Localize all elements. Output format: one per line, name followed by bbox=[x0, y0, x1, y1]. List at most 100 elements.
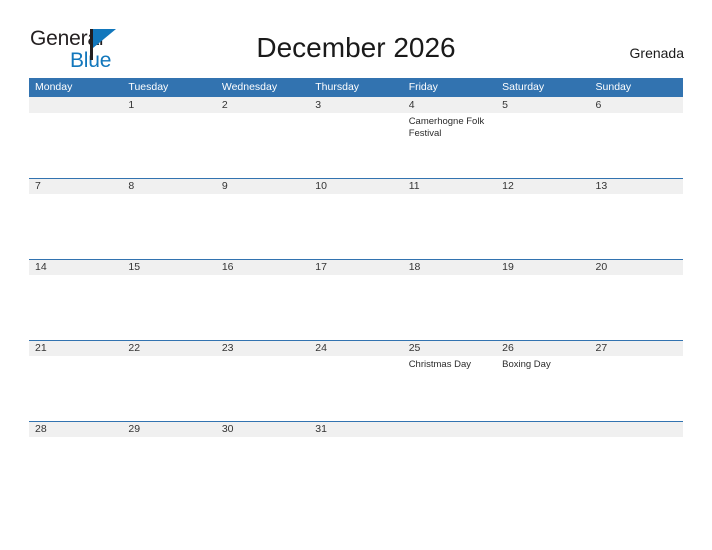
event-label: Christmas Day bbox=[408, 359, 471, 370]
day-events-cell[interactable] bbox=[590, 113, 683, 178]
day-events-cell[interactable] bbox=[122, 356, 215, 421]
day-events-cell[interactable] bbox=[29, 356, 122, 421]
event-label: Camerhogne Folk Festival bbox=[408, 116, 485, 139]
page-title: December 2026 bbox=[256, 32, 456, 63]
weekday-thursday: Thursday bbox=[315, 81, 360, 93]
day-number[interactable]: 21 bbox=[29, 341, 122, 356]
calendar-grid: Monday Tuesday Wednesday Thursday Friday… bbox=[29, 78, 683, 502]
weekday-monday: Monday bbox=[35, 81, 73, 93]
day-number[interactable] bbox=[29, 98, 122, 113]
day-number[interactable]: 3 bbox=[309, 98, 402, 113]
day-events-cell[interactable] bbox=[496, 194, 589, 259]
day-events-cell[interactable] bbox=[590, 275, 683, 340]
day-number[interactable]: 20 bbox=[590, 260, 683, 275]
day-number[interactable] bbox=[496, 422, 589, 437]
day-number[interactable]: 22 bbox=[122, 341, 215, 356]
day-events-cell[interactable]: Boxing Day bbox=[496, 356, 589, 421]
daynumber-band: 14 15 16 17 18 19 20 bbox=[29, 259, 683, 275]
day-events-cell[interactable] bbox=[590, 437, 683, 502]
day-events-cell[interactable] bbox=[29, 437, 122, 502]
day-number[interactable]: 12 bbox=[496, 179, 589, 194]
day-number[interactable]: 7 bbox=[29, 179, 122, 194]
day-events-cell[interactable] bbox=[216, 113, 309, 178]
events-band bbox=[29, 194, 683, 259]
day-number[interactable]: 17 bbox=[309, 260, 402, 275]
day-events-cell[interactable] bbox=[309, 113, 402, 178]
day-events-cell[interactable] bbox=[29, 275, 122, 340]
day-events-cell[interactable]: Camerhogne Folk Festival bbox=[403, 113, 496, 178]
day-events-cell[interactable] bbox=[309, 275, 402, 340]
day-number[interactable]: 23 bbox=[216, 341, 309, 356]
day-number[interactable]: 28 bbox=[29, 422, 122, 437]
weekday-friday: Friday bbox=[408, 81, 438, 93]
day-events-cell[interactable] bbox=[496, 275, 589, 340]
day-events-cell[interactable] bbox=[590, 356, 683, 421]
day-number[interactable] bbox=[403, 422, 496, 437]
day-number[interactable]: 27 bbox=[590, 341, 683, 356]
day-number[interactable]: 31 bbox=[309, 422, 402, 437]
calendar-week-row: 21 22 23 24 25 26 27 Christmas Day Boxin… bbox=[29, 340, 683, 421]
daynumber-band: 1 2 3 4 5 6 bbox=[29, 97, 683, 113]
day-events-cell[interactable] bbox=[309, 194, 402, 259]
event-label: Boxing Day bbox=[502, 359, 551, 370]
day-events-cell[interactable] bbox=[496, 113, 589, 178]
page-header: General Blue December 2026 Grenada bbox=[0, 0, 712, 72]
day-number[interactable]: 1 bbox=[122, 98, 215, 113]
day-events-cell[interactable] bbox=[122, 275, 215, 340]
day-number[interactable]: 13 bbox=[590, 179, 683, 194]
day-events-cell[interactable]: Christmas Day bbox=[403, 356, 496, 421]
day-number[interactable]: 11 bbox=[403, 179, 496, 194]
daynumber-band: 7 8 9 10 11 12 13 bbox=[29, 178, 683, 194]
day-number[interactable]: 19 bbox=[496, 260, 589, 275]
day-number[interactable]: 10 bbox=[309, 179, 402, 194]
day-number[interactable]: 26 bbox=[496, 341, 589, 356]
day-events-cell[interactable] bbox=[403, 194, 496, 259]
weekday-tuesday: Tuesday bbox=[128, 81, 169, 93]
events-band bbox=[29, 437, 683, 502]
day-number[interactable]: 8 bbox=[122, 179, 215, 194]
weekday-saturday: Saturday bbox=[502, 81, 545, 93]
weekday-wednesday: Wednesday bbox=[221, 81, 278, 93]
day-number[interactable]: 4 bbox=[403, 98, 496, 113]
events-band: Christmas Day Boxing Day bbox=[29, 356, 683, 421]
day-number[interactable]: 25 bbox=[403, 341, 496, 356]
calendar-week-row: 28 29 30 31 bbox=[29, 421, 683, 502]
day-number[interactable]: 2 bbox=[216, 98, 309, 113]
day-events-cell[interactable] bbox=[216, 194, 309, 259]
day-number[interactable]: 18 bbox=[403, 260, 496, 275]
day-events-cell[interactable] bbox=[496, 437, 589, 502]
day-events-cell[interactable] bbox=[309, 437, 402, 502]
weekday-header-row: Monday Tuesday Wednesday Thursday Friday… bbox=[29, 78, 683, 97]
day-number[interactable]: 29 bbox=[122, 422, 215, 437]
day-number[interactable]: 9 bbox=[216, 179, 309, 194]
day-events-cell[interactable] bbox=[403, 437, 496, 502]
day-events-cell[interactable] bbox=[590, 194, 683, 259]
calendar-week-row: 1 2 3 4 5 6 Camerhogne Folk Festival bbox=[29, 97, 683, 178]
calendar-week-row: 14 15 16 17 18 19 20 bbox=[29, 259, 683, 340]
day-events-cell[interactable] bbox=[122, 194, 215, 259]
day-number[interactable]: 15 bbox=[122, 260, 215, 275]
day-events-cell[interactable] bbox=[29, 113, 122, 178]
events-band: Camerhogne Folk Festival bbox=[29, 113, 683, 178]
day-events-cell[interactable] bbox=[29, 194, 122, 259]
day-number[interactable]: 30 bbox=[216, 422, 309, 437]
day-number[interactable]: 16 bbox=[216, 260, 309, 275]
day-number[interactable]: 24 bbox=[309, 341, 402, 356]
daynumber-band: 21 22 23 24 25 26 27 bbox=[29, 340, 683, 356]
day-events-cell[interactable] bbox=[216, 356, 309, 421]
day-events-cell[interactable] bbox=[216, 275, 309, 340]
day-number[interactable]: 5 bbox=[496, 98, 589, 113]
day-number[interactable] bbox=[590, 422, 683, 437]
calendar-week-row: 7 8 9 10 11 12 13 bbox=[29, 178, 683, 259]
events-band bbox=[29, 275, 683, 340]
day-number[interactable]: 14 bbox=[29, 260, 122, 275]
day-events-cell[interactable] bbox=[309, 356, 402, 421]
weekday-sunday: Sunday bbox=[595, 81, 632, 93]
day-events-cell[interactable] bbox=[216, 437, 309, 502]
day-events-cell[interactable] bbox=[403, 275, 496, 340]
day-events-cell[interactable] bbox=[122, 437, 215, 502]
daynumber-band: 28 29 30 31 bbox=[29, 421, 683, 437]
day-number[interactable]: 6 bbox=[590, 98, 683, 113]
region-label: Grenada bbox=[629, 45, 684, 61]
day-events-cell[interactable] bbox=[122, 113, 215, 178]
